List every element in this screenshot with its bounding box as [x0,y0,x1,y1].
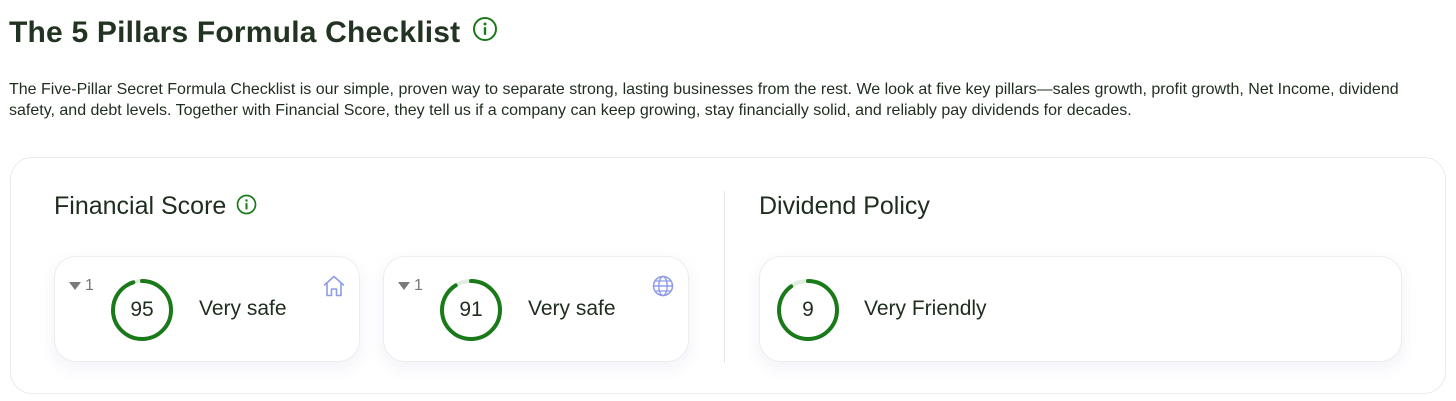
score-change-value: 1 [85,277,94,294]
page-title: The 5 Pillars Formula Checklist [9,16,461,49]
score-change: 1 [398,277,423,295]
score-rating-label: Very safe [199,297,287,320]
dividend-score-value: 9 [802,298,814,321]
info-icon[interactable] [236,193,257,215]
score-card-domestic[interactable]: 1 95 Very safe [54,256,360,362]
score-change: 1 [69,277,94,295]
dividend-policy-title-text: Dividend Policy [759,192,930,220]
section-divider [724,191,725,363]
triangle-down-icon [398,282,410,290]
financial-score-section-title: Financial Score [54,192,257,221]
score-gauge: 91 [438,277,504,343]
score-gauge: 95 [109,277,175,343]
checklist-panel: Financial Score Dividend Policy 1 95 Ver… [10,157,1446,394]
score-value: 95 [130,298,154,321]
dividend-policy-card[interactable]: 9 Very Friendly [759,256,1402,362]
home-icon[interactable] [321,273,347,299]
info-icon[interactable] [472,16,498,42]
triangle-down-icon [69,282,81,290]
dividend-gauge: 9 [775,277,841,343]
page-header: The 5 Pillars Formula Checklist [9,16,498,50]
score-value: 91 [459,298,483,321]
score-rating-label: Very safe [528,297,616,320]
intro-paragraph: The Five-Pillar Secret Formula Checklist… [9,81,1399,119]
financial-score-title: Financial Score [54,192,227,220]
dividend-rating-label: Very Friendly [864,297,987,320]
dividend-policy-title: Dividend Policy [759,192,930,221]
score-change-value: 1 [414,277,423,294]
globe-icon[interactable] [650,273,676,299]
score-card-global[interactable]: 1 91 Very safe [383,256,689,362]
